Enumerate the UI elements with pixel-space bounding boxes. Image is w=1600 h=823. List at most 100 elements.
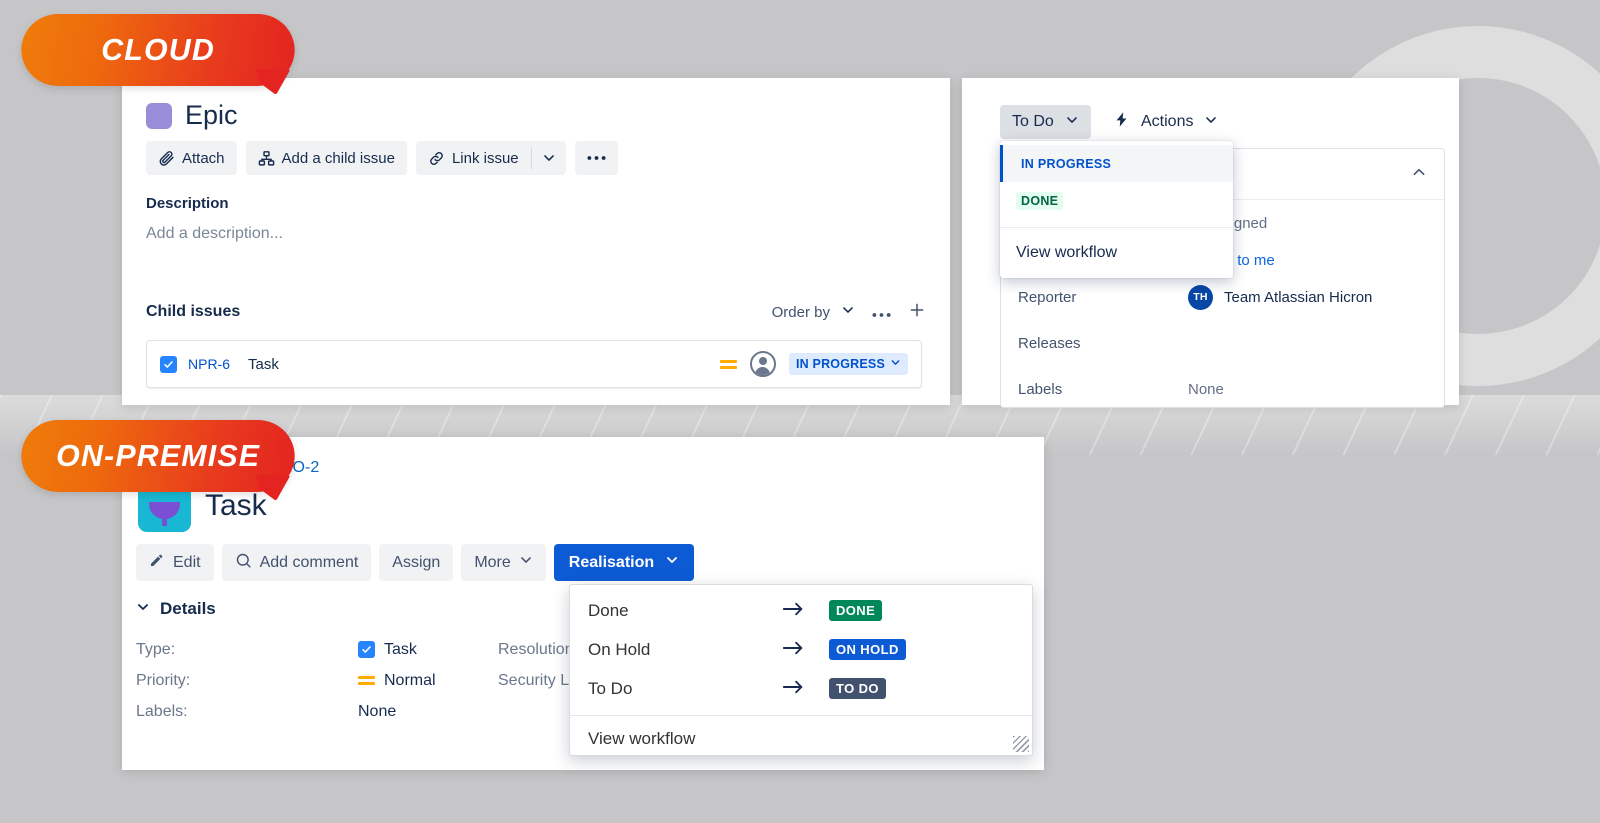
status-menu-item-done[interactable]: DONE — [1000, 182, 1233, 219]
description-input[interactable]: Add a description... — [146, 225, 283, 243]
cloud-issue-panel: Epic Attach Add a child issue Link issue… — [122, 78, 950, 405]
more-label: More — [474, 553, 511, 571]
description-label: Description — [146, 195, 229, 212]
link-issue-label: Link issue — [451, 149, 519, 167]
task-checkbox-icon — [358, 641, 375, 658]
chevron-down-icon — [890, 357, 901, 371]
page-title: Task — [205, 488, 267, 522]
order-by-label: Order by — [771, 303, 830, 321]
reporter-name: Team Atlassian Hicron — [1224, 288, 1373, 306]
onpremise-callout-badge: ON-PREMISE — [21, 420, 295, 492]
status-dropdown-menu: IN PROGRESS DONE View workflow — [1000, 141, 1233, 278]
child-issues-title: Child issues — [146, 303, 241, 320]
chevron-down-icon — [841, 303, 855, 321]
user-avatar-icon[interactable] — [749, 351, 776, 377]
status-menu-item-in-progress-label: IN PROGRESS — [1021, 156, 1112, 171]
link-issue-split-button: Link issue — [415, 141, 566, 175]
child-issues-actions: Order by — [772, 301, 926, 323]
paperclip-icon — [158, 150, 175, 167]
pencil-icon — [149, 552, 165, 573]
lightning-bolt-icon — [1113, 110, 1130, 134]
arrow-right-icon — [782, 678, 829, 700]
add-comment-label: Add comment — [259, 553, 359, 571]
status-menu-item-in-progress[interactable]: IN PROGRESS — [1000, 145, 1233, 182]
more-horizontal-icon[interactable] — [574, 141, 618, 175]
status-badge[interactable]: IN PROGRESS — [788, 353, 908, 375]
child-issue-icon — [258, 150, 275, 167]
table-row[interactable]: NPR-6 Task IN PROGRESS — [146, 340, 922, 388]
cloud-details-sidebar: To Do Actions Unassigned Assign to me — [962, 78, 1459, 408]
link-icon — [428, 150, 445, 167]
epic-type-icon — [146, 102, 172, 129]
priority-value-label: Normal — [384, 671, 436, 689]
releases-row: Releases — [1001, 320, 1444, 366]
resolution-label: Resolution — [498, 640, 574, 658]
onpremise-callout-label: ON-PREMISE — [55, 438, 261, 473]
priority-medium-icon — [719, 359, 737, 369]
chevron-down-icon — [665, 553, 679, 572]
assign-button[interactable]: Assign — [379, 544, 454, 581]
actions-label: Actions — [1141, 113, 1194, 130]
realisation-button[interactable]: Realisation — [553, 544, 695, 581]
chevron-down-icon — [136, 599, 150, 619]
child-issues-more-horizontal-icon[interactable] — [872, 303, 891, 322]
attach-button[interactable]: Attach — [146, 141, 237, 175]
resize-grip-icon[interactable] — [1013, 736, 1029, 752]
type-label: Type: — [136, 640, 176, 658]
onpremise-toolbar: Edit Add comment Assign More Realisation — [136, 544, 695, 581]
task-checkbox-icon — [160, 355, 177, 373]
details-section-header[interactable]: Details — [136, 599, 216, 619]
workflow-item-to-do[interactable]: To Do TO DO — [570, 669, 1032, 708]
avatar[interactable]: TH — [1188, 284, 1213, 310]
status-badge-label: IN PROGRESS — [795, 357, 885, 371]
view-workflow-menu-item[interactable]: View workflow — [570, 716, 1032, 762]
chevron-up-icon[interactable] — [1411, 164, 1427, 184]
order-by-button[interactable]: Order by — [772, 303, 855, 321]
arrow-right-icon — [782, 600, 829, 622]
realisation-label: Realisation — [568, 553, 655, 571]
arrow-right-icon — [782, 639, 829, 661]
edit-button[interactable]: Edit — [136, 544, 214, 581]
status-dropdown-button[interactable]: To Do — [1000, 105, 1091, 139]
labels-value: None — [1188, 380, 1224, 398]
link-issue-button[interactable]: Link issue — [416, 141, 531, 175]
type-value-label: Task — [384, 640, 417, 658]
workflow-item-to-do-lozenge: TO DO — [829, 678, 886, 699]
workflow-item-on-hold-lozenge: ON HOLD — [829, 639, 906, 660]
link-issue-chevron-down-icon[interactable] — [532, 141, 566, 175]
labels-label: Labels — [1018, 380, 1063, 398]
edit-label: Edit — [173, 553, 201, 571]
type-value: Task — [358, 641, 498, 659]
workflow-item-on-hold-label: On Hold — [588, 639, 651, 659]
row-right-group: IN PROGRESS — [719, 351, 908, 377]
workflow-item-on-hold[interactable]: On Hold ON HOLD — [570, 630, 1032, 669]
actions-dropdown-button[interactable]: Actions — [1105, 105, 1226, 139]
security-level-label: Security L — [498, 671, 570, 689]
reporter-value: TH Team Atlassian Hicron — [1188, 284, 1373, 310]
cloud-callout-badge: CLOUD — [21, 14, 295, 86]
more-button[interactable]: More — [461, 544, 546, 581]
comment-icon — [235, 552, 252, 574]
add-comment-button[interactable]: Add comment — [221, 544, 372, 581]
cloud-toolbar: Attach Add a child issue Link issue — [146, 141, 618, 175]
view-workflow-menu-item[interactable]: View workflow — [1000, 228, 1233, 278]
page-title: Epic — [185, 100, 238, 130]
workflow-item-done[interactable]: Done DONE — [570, 591, 1032, 630]
add-child-issue-button[interactable]: Add a child issue — [245, 141, 407, 175]
chevron-down-icon — [519, 553, 533, 572]
details-header-label: Details — [160, 599, 216, 618]
workflow-item-done-lozenge: DONE — [829, 600, 883, 621]
status-dropdown-label: To Do — [1012, 113, 1054, 130]
priority-label: Priority: — [136, 671, 191, 689]
chevron-down-icon — [1065, 113, 1079, 132]
epic-header: Epic — [146, 100, 238, 131]
labels-label: Labels: — [136, 702, 188, 720]
issue-key-link[interactable]: NPR-6 — [188, 356, 230, 372]
add-child-plus-icon[interactable] — [908, 301, 926, 323]
issue-summary: Task — [248, 355, 279, 373]
reporter-label: Reporter — [1018, 288, 1077, 306]
cloud-callout-label: CLOUD — [101, 32, 215, 67]
workflow-item-to-do-label: To Do — [588, 678, 633, 698]
workflow-item-done-label: Done — [588, 600, 629, 620]
child-issues-header: Child issues Order by — [146, 301, 926, 323]
